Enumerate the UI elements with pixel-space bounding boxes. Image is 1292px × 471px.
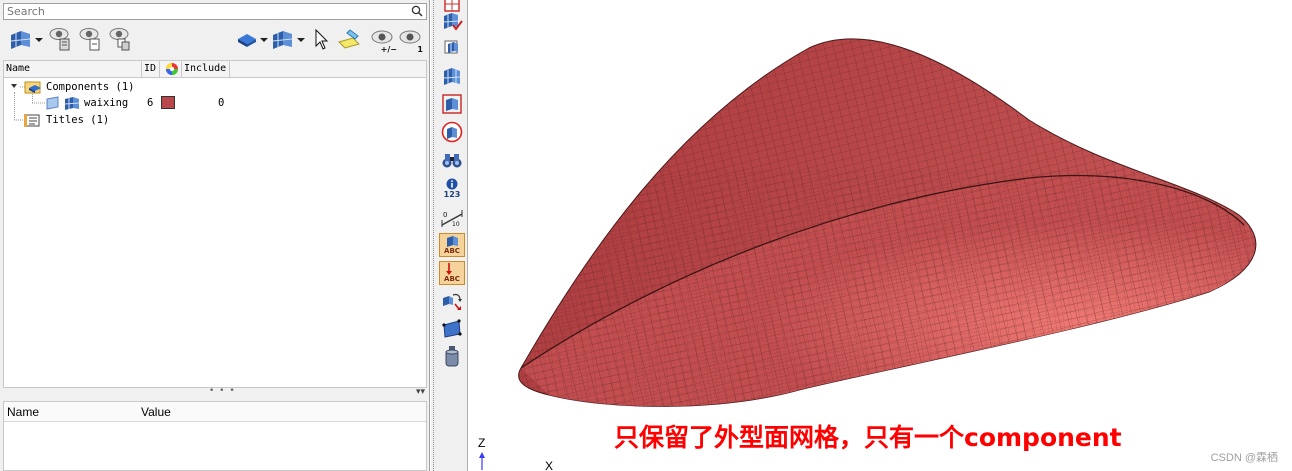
cursor-icon[interactable]	[309, 26, 331, 52]
axis-z-arrow	[479, 452, 485, 458]
tree-header: Name ID Include	[3, 60, 427, 78]
search-box[interactable]	[3, 3, 427, 20]
model-tree: Components (1) waixing 6 0 Titles (1)	[3, 78, 427, 388]
tree-node-waixing[interactable]: waixing 6 0	[4, 95, 424, 111]
double-chevron-down-icon[interactable]: ▾▾	[416, 387, 425, 397]
component-name: waixing	[84, 97, 129, 109]
component-view-icon[interactable]	[7, 26, 45, 52]
vertical-toolbar: 123 0 10 ABC ABC	[431, 0, 468, 471]
tree-node-components[interactable]: Components (1)	[8, 79, 135, 95]
eye-show-icon[interactable]	[47, 26, 75, 52]
eye-isolate-icon[interactable]	[107, 26, 135, 52]
tree-node-titles[interactable]: Titles (1)	[8, 112, 109, 128]
measure-icon[interactable]: 0 10	[439, 205, 465, 229]
watermark: CSDN @霖栖	[1210, 452, 1278, 464]
info-123-icon[interactable]: 123	[439, 176, 465, 200]
toolbar-grip	[433, 0, 436, 471]
eye-toggle-caption: +/−	[380, 45, 397, 54]
property-column-value[interactable]: Value	[138, 402, 238, 421]
search-icon[interactable]	[411, 5, 423, 20]
info-caption: 123	[443, 189, 461, 199]
column-id[interactable]: ID	[142, 61, 160, 77]
titles-icon	[14, 114, 40, 127]
property-header: Name Value	[4, 402, 426, 422]
panel-splitter[interactable]: • • • ▾▾	[3, 386, 427, 400]
annotation-caption: 只保留了外型面网格，只有一个component	[614, 423, 1122, 452]
mesh-edit-icon[interactable]	[439, 36, 465, 60]
component-color-swatch[interactable]	[161, 96, 175, 109]
highlight-icon[interactable]	[335, 26, 363, 52]
mesh-grid-icon[interactable]	[439, 64, 465, 88]
mesh-circle-icon[interactable]	[439, 120, 465, 144]
eye-one-icon[interactable]: 1	[397, 26, 423, 54]
mesh-red-frame-icon[interactable]	[439, 92, 465, 116]
axis-x-label: X	[545, 459, 554, 471]
component-id: 6	[147, 97, 154, 109]
browser-toolbar: +/− 1	[3, 24, 427, 56]
component-include: 0	[218, 97, 225, 109]
eye-one-caption: 1	[417, 45, 423, 54]
property-column-name[interactable]: Name	[4, 402, 138, 421]
plane-icon[interactable]	[439, 317, 465, 341]
abc-caption: ABC	[444, 247, 460, 255]
abc-arrow-caption: ABC	[444, 275, 460, 283]
column-include[interactable]: Include	[182, 61, 230, 77]
components-label: Components (1)	[46, 81, 135, 93]
svg-text:0: 0	[443, 211, 447, 219]
mesh-surface-svg[interactable]	[469, 0, 1292, 471]
property-panel: Name Value	[3, 401, 427, 471]
svg-text:10: 10	[452, 221, 460, 228]
search-input[interactable]	[4, 4, 404, 19]
label-abc-icon[interactable]: ABC	[439, 233, 465, 257]
transform-icon[interactable]	[439, 289, 465, 313]
display-mode-icon[interactable]	[269, 26, 307, 52]
model-browser-panel: +/− 1 Name ID Include Components (1)	[0, 0, 430, 471]
binoculars-icon[interactable]	[439, 148, 465, 172]
solid-mode-icon[interactable]	[233, 26, 269, 52]
mesh-check-icon[interactable]	[439, 9, 465, 33]
eye-toggle-icon[interactable]: +/−	[367, 26, 397, 54]
label-abc-arrow-icon[interactable]: ABC	[439, 261, 465, 285]
titles-label: Titles (1)	[46, 114, 110, 126]
color-wheel-icon[interactable]	[160, 61, 182, 77]
eye-hide-icon[interactable]	[77, 26, 105, 52]
column-name[interactable]: Name	[4, 61, 142, 77]
axis-z-label: Z	[478, 436, 486, 450]
splitter-grip[interactable]: • • •	[209, 386, 236, 396]
graphics-viewport[interactable]: 只保留了外型面网格，只有一个component Z X CSDN @霖栖	[469, 0, 1292, 471]
cylinder-icon[interactable]	[439, 345, 465, 369]
